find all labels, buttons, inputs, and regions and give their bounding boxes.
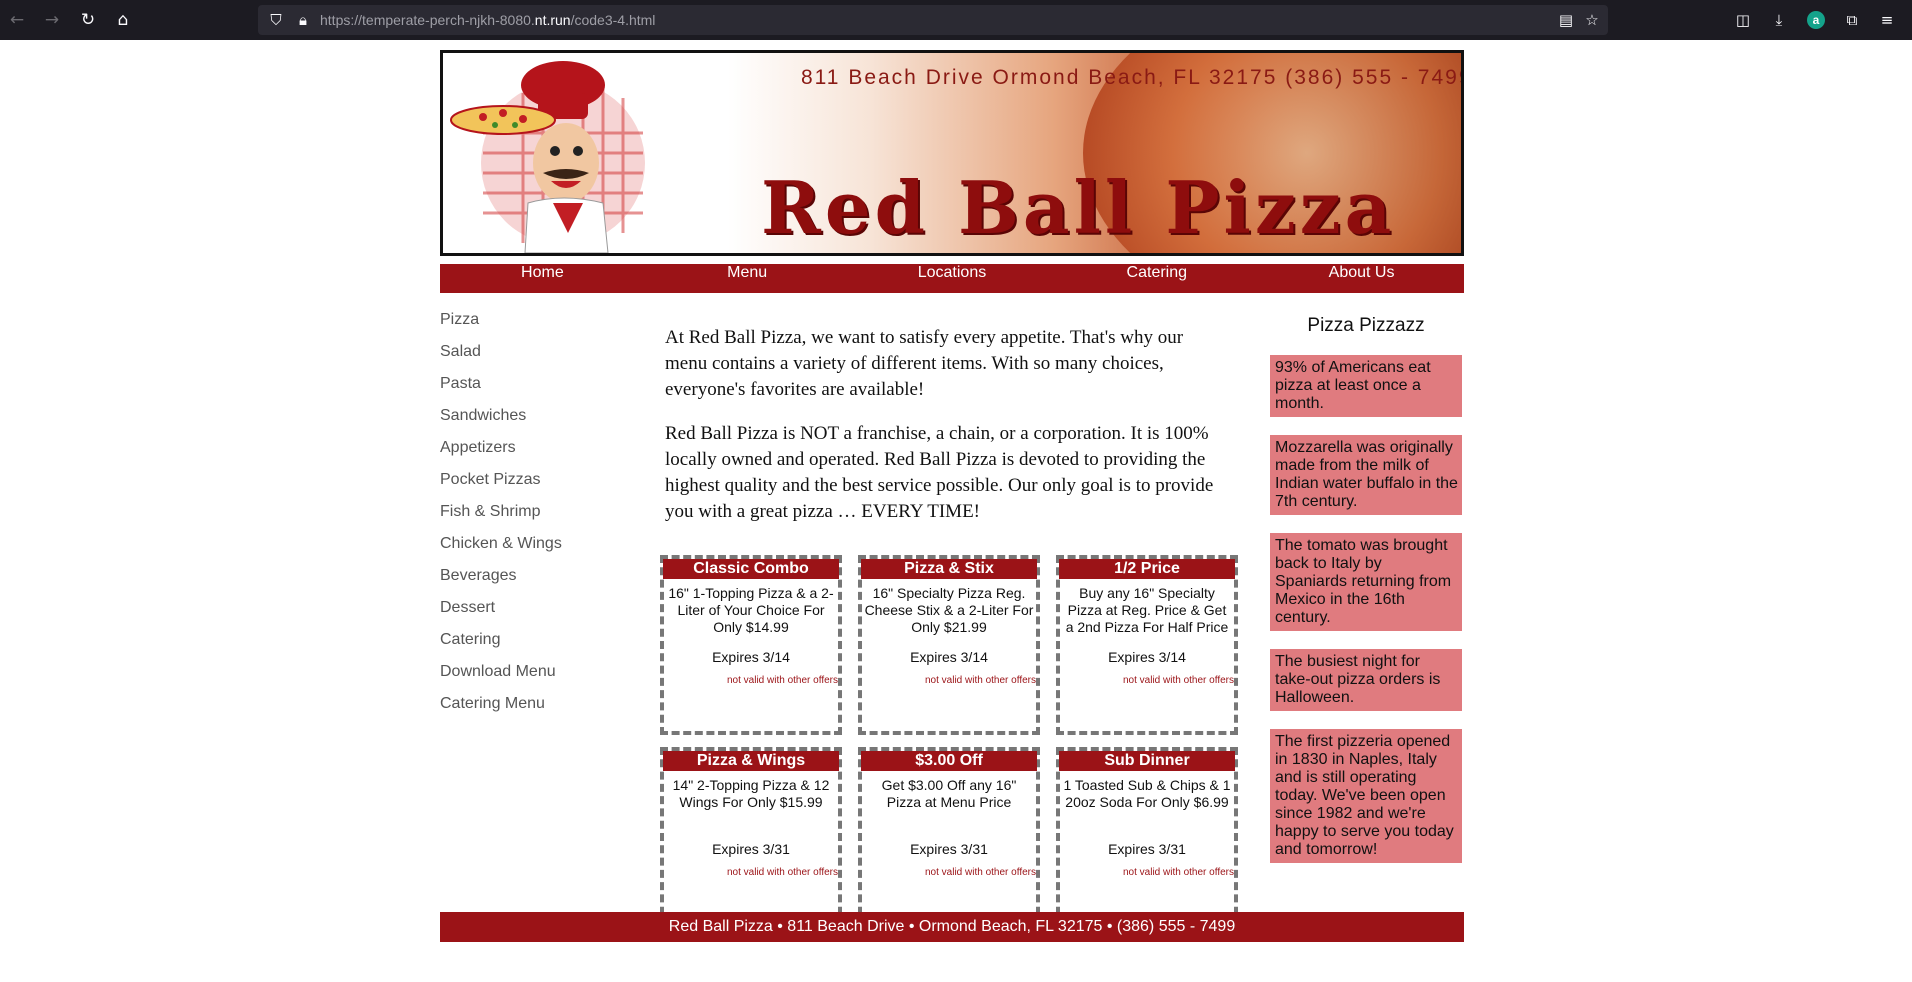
sidebar-item-catering-menu[interactable]: Catering Menu [440,695,640,727]
extensions-icon[interactable]: ⧉ [1840,8,1864,32]
coupon-description: Buy any 16" Specialty Pizza at Reg. Pric… [1065,585,1229,635]
coupon-description: 16" Specialty Pizza Reg. Cheese Stix & a… [864,585,1034,635]
coupon: Classic Combo 16" 1-Topping Pizza & a 2-… [660,555,842,735]
home-icon[interactable]: ⌂ [111,8,135,32]
intro-paragraph: At Red Ball Pizza, we want to satisfy ev… [665,327,1184,400]
sidebar-item-sandwiches[interactable]: Sandwiches [440,407,640,439]
bookmark-star-icon[interactable]: ☆ [1582,9,1602,31]
coupon-title: Classic Combo [663,559,839,579]
coupon-note: not valid with other offers [925,867,1036,878]
coupon: $3.00 Off Get $3.00 Off any 16" Pizza at… [858,747,1040,927]
footer: Red Ball Pizza • 811 Beach Drive • Ormon… [440,912,1464,942]
header-banner: 811 Beach Drive Ormond Beach, FL 32175 (… [440,50,1464,256]
coupon-expires: Expires 3/14 [910,649,988,665]
fact-box: The busiest night for take-out pizza ord… [1268,647,1464,713]
coupon-expires: Expires 3/31 [1108,841,1186,857]
coupon-note: not valid with other offers [1123,867,1234,878]
address-bar[interactable]: ⛉ 🔒︎ https://temperate-perch-njkh-8080.n… [258,5,1608,35]
sidebar-item-appetizers[interactable]: Appetizers [440,439,640,471]
banner-address: 811 Beach Drive Ormond Beach, FL 32175 (… [801,66,1464,89]
sidebar-item-salad[interactable]: Salad [440,343,640,375]
url-path: /code3-4.html [570,12,656,28]
reload-icon[interactable]: ↻ [76,8,100,32]
content-row: Pizza Salad Pasta Sandwiches Appetizers … [440,293,1464,927]
coupon-expires: Expires 3/31 [910,841,988,857]
coupon-expires: Expires 3/14 [1108,649,1186,665]
back-icon[interactable]: ← [5,8,29,32]
intro-paragraph: Red Ball Pizza is NOT a franchise, a cha… [665,423,1214,522]
sidebar-item-pizza[interactable]: Pizza [440,311,640,343]
coupon: Pizza & Wings 14" 2-Topping Pizza & 12 W… [660,747,842,927]
sidebar-item-fish-shrimp[interactable]: Fish & Shrimp [440,503,640,535]
nav-menu[interactable]: Menu [645,264,850,293]
sidebar-item-chicken-wings[interactable]: Chicken & Wings [440,535,640,567]
fact-box: Mozzarella was originally made from the … [1268,433,1464,517]
shield-icon[interactable]: ⛉ [266,9,286,31]
download-icon[interactable]: ⤓ [1767,8,1791,32]
facts-title: Pizza Pizzazz [1307,315,1425,336]
reader-view-icon[interactable]: ▤ [1556,9,1576,31]
coupon-description: 1 Toasted Sub & Chips & 1 20oz Soda For … [1063,777,1231,810]
sidebar-item-catering[interactable]: Catering [440,631,640,663]
sidebar-item-dessert[interactable]: Dessert [440,599,640,631]
nav-about-us[interactable]: About Us [1259,264,1464,293]
url-domain: nt.run [534,12,571,28]
facts-sidebar: Pizza Pizzazz 93% of Americans eat pizza… [1268,315,1464,879]
url-text[interactable]: https://temperate-perch-njkh-8080.nt.run… [320,12,655,28]
page-container: 811 Beach Drive Ormond Beach, FL 32175 (… [440,50,1464,942]
forward-icon[interactable]: → [40,8,64,32]
coupon-title: 1/2 Price [1059,559,1235,579]
coupon-expires: Expires 3/31 [712,841,790,857]
fact-box: 93% of Americans eat pizza at least once… [1268,353,1464,419]
lock-icon[interactable]: 🔒︎ [293,9,313,31]
coupon-title: $3.00 Off [861,751,1037,771]
coupon-note: not valid with other offers [1123,675,1234,686]
coupon-title: Pizza & Wings [663,751,839,771]
fact-box: The first pizzeria opened in 1830 in Nap… [1268,727,1464,865]
main-nav: Home Menu Locations Catering About Us [440,264,1464,293]
browser-toolbar: ← → ↻ ⌂ ⛉ 🔒︎ https://temperate-perch-njk… [0,0,1912,40]
sidebar-item-download-menu[interactable]: Download Menu [440,663,640,695]
coupon: Sub Dinner 1 Toasted Sub & Chips & 1 20o… [1056,747,1238,927]
coupon-title: Pizza & Stix [861,559,1037,579]
sidebar-menu: Pizza Salad Pasta Sandwiches Appetizers … [440,311,640,727]
sidebar-item-beverages[interactable]: Beverages [440,567,640,599]
nav-locations[interactable]: Locations [850,264,1055,293]
nav-catering[interactable]: Catering [1054,264,1259,293]
coupon-note: not valid with other offers [727,867,838,878]
coupon-note: not valid with other offers [727,675,838,686]
fact-box: The tomato was brought back to Italy by … [1268,531,1464,633]
sidebar-item-pocket-pizzas[interactable]: Pocket Pizzas [440,471,640,503]
menu-icon[interactable]: ≡ [1875,8,1899,32]
sidebar-item-pasta[interactable]: Pasta [440,375,640,407]
coupon-description: Get $3.00 Off any 16" Pizza at Menu Pric… [881,777,1017,810]
coupon: Pizza & Stix 16" Specialty Pizza Reg. Ch… [858,555,1040,735]
pocket-icon[interactable]: ◫ [1731,8,1755,32]
url-prefix: https://temperate-perch-njkh-8080. [320,12,535,28]
coupon: 1/2 Price Buy any 16" Specialty Pizza at… [1056,555,1238,735]
banner-title: Red Ball Pizza [761,165,1396,250]
chef-logo [450,61,645,253]
coupon-title: Sub Dinner [1059,751,1235,771]
nav-home[interactable]: Home [440,264,645,293]
extension-a-icon[interactable]: a [1807,11,1825,29]
coupon-description: 16" 1-Topping Pizza & a 2-Liter of Your … [668,585,834,635]
coupon-expires: Expires 3/14 [712,649,790,665]
coupon-note: not valid with other offers [925,675,1036,686]
main-content: At Red Ball Pizza, we want to satisfy ev… [665,325,1230,543]
coupon-description: 14" 2-Topping Pizza & 12 Wings For Only … [672,777,830,810]
